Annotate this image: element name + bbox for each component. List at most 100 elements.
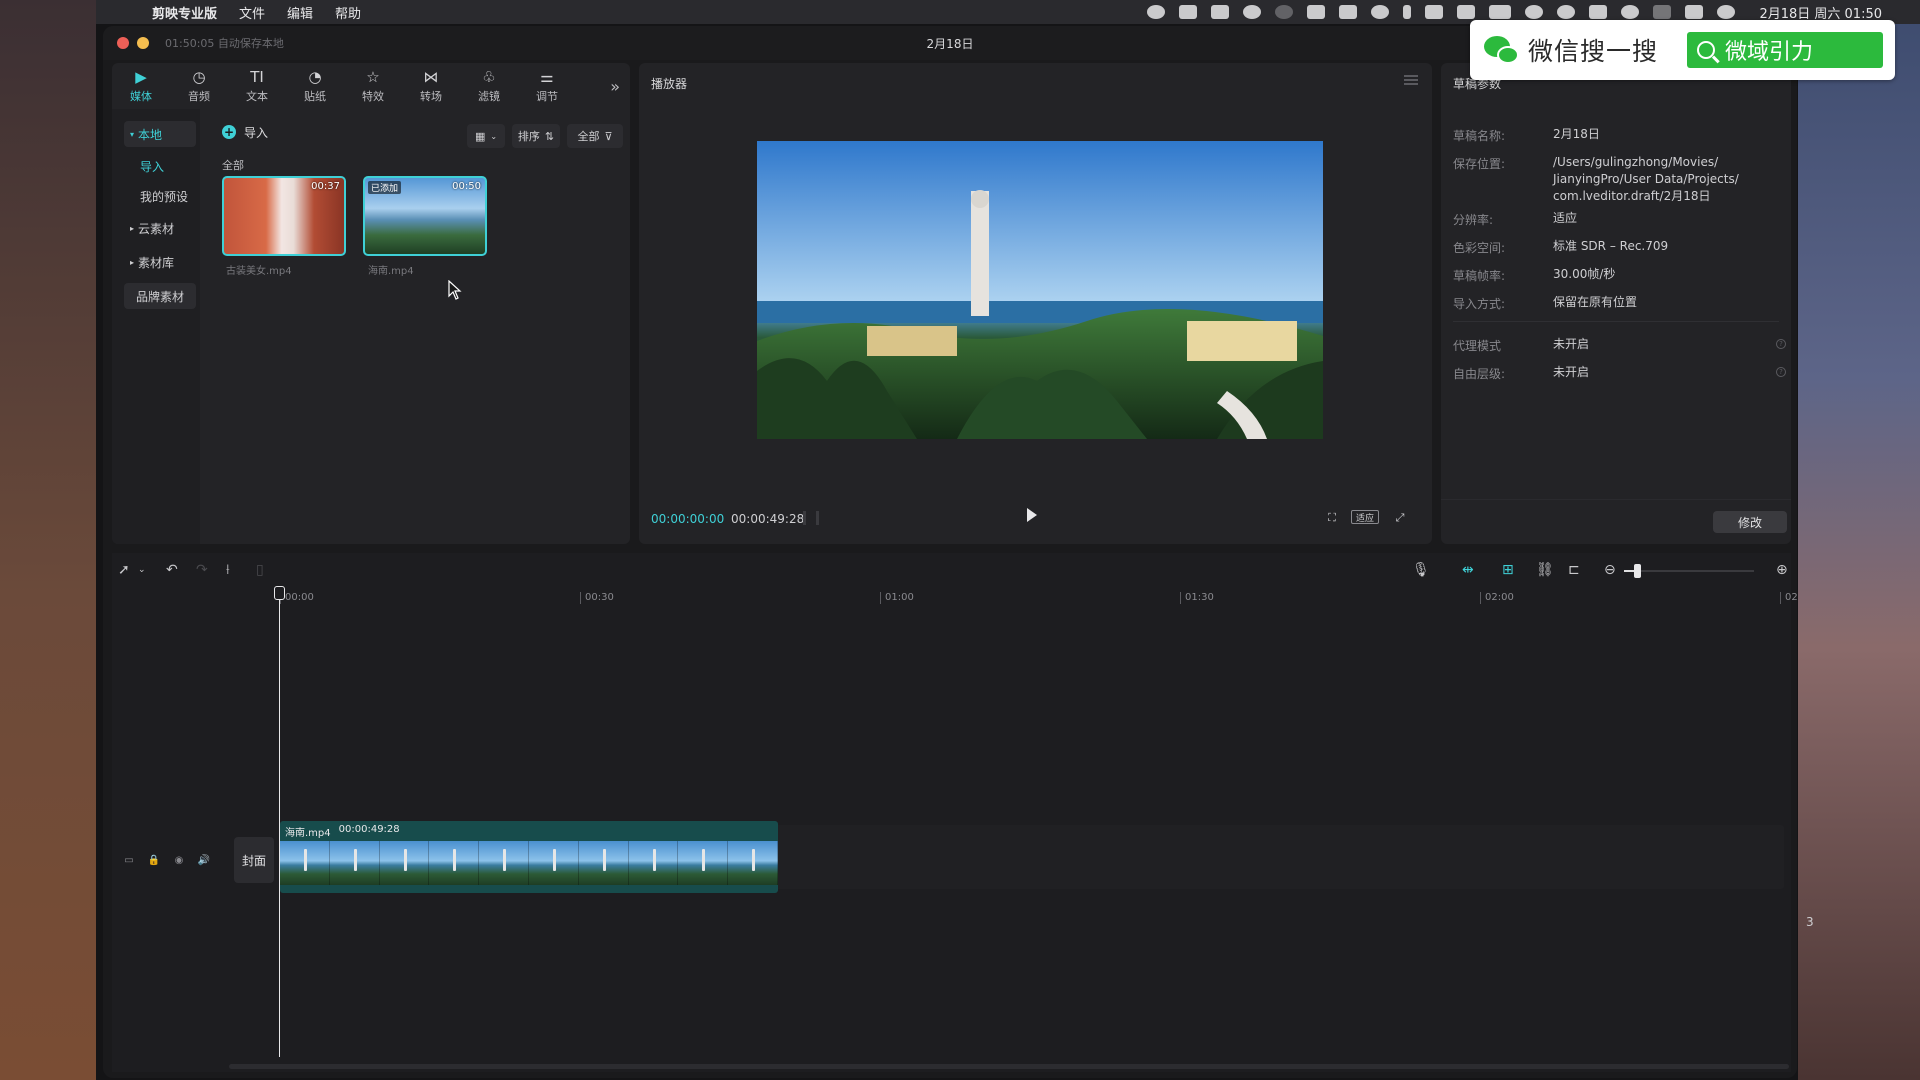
play-button[interactable]: [1027, 508, 1037, 522]
fullscreen-crop-icon[interactable]: ⛶: [1323, 510, 1341, 526]
tool-media-label: 媒体: [130, 89, 152, 103]
sidebar-item-cloud-label: 云素材: [138, 221, 175, 236]
sidebar-item-brand[interactable]: 品牌素材: [124, 283, 196, 309]
status-siri-icon[interactable]: [1717, 5, 1736, 19]
status-wechat-icon[interactable]: [1557, 5, 1576, 19]
minimize-window-button[interactable]: [137, 37, 149, 49]
clip-frame: [479, 841, 529, 885]
volume-icon[interactable]: 🔊: [197, 853, 211, 867]
status-pin-icon[interactable]: [1403, 5, 1412, 19]
zoom-slider[interactable]: [1624, 570, 1754, 572]
zoom-in-icon[interactable]: ⊕: [1776, 561, 1788, 579]
zoom-out-icon[interactable]: ⊖: [1604, 561, 1616, 579]
split-icon[interactable]: ⟊: [226, 561, 230, 579]
status-battery-icon[interactable]: [1489, 5, 1512, 19]
eye-icon[interactable]: ◉: [172, 853, 186, 867]
select-tool-icon[interactable]: ➚: [118, 561, 130, 579]
tool-adjust[interactable]: ⚌ 调节: [518, 69, 576, 104]
desktop-wallpaper-right: [1798, 0, 1920, 1080]
clip-frame: [578, 841, 629, 885]
mouse-cursor-icon: [448, 280, 462, 300]
status-play-icon[interactable]: [1339, 5, 1358, 19]
modify-button[interactable]: 修改: [1713, 511, 1787, 533]
more-tools-icon[interactable]: »: [610, 77, 620, 96]
status-wps-icon[interactable]: [1179, 5, 1198, 19]
sidebar-item-cloud[interactable]: ▸ 云素材: [124, 215, 196, 241]
menu-app-name[interactable]: 剪映专业版: [152, 3, 217, 22]
menu-file[interactable]: 文件: [239, 3, 265, 22]
auto-snap-icon[interactable]: ⊞: [1502, 561, 1514, 579]
param-label: 保存位置:: [1453, 157, 1506, 171]
video-clip[interactable]: 海南.mp4 00:00:49:28: [280, 821, 778, 893]
clip-frame: [379, 841, 430, 885]
media-item-duration: 00:50: [452, 181, 481, 192]
param-label: 草稿帧率:: [1453, 269, 1506, 283]
sort-button[interactable]: 排序 ⇅: [512, 124, 560, 148]
preview-axis-icon[interactable]: ⊏: [1568, 561, 1580, 579]
status-control-center-icon[interactable]: [1685, 5, 1704, 19]
track-cover-toggle-icon[interactable]: ▭: [122, 853, 136, 867]
tool-audio[interactable]: ◷ 音频: [170, 69, 228, 104]
playhead-line[interactable]: [279, 587, 280, 1057]
status-app-icon[interactable]: [1147, 5, 1166, 19]
help-icon[interactable]: ?: [1776, 339, 1786, 349]
video-preview[interactable]: [757, 141, 1323, 439]
status-search-icon[interactable]: [1621, 5, 1640, 19]
menu-clock[interactable]: 2月18日 周六 01:50: [1759, 3, 1882, 22]
param-label: 自由层级:: [1453, 367, 1506, 381]
tool-transition-label: 转场: [420, 89, 442, 103]
playhead-handle[interactable]: [274, 586, 285, 600]
main-track-magnet-icon[interactable]: ⇹: [1462, 561, 1474, 579]
timeline-grid-icon[interactable]: [803, 511, 819, 525]
tool-effects[interactable]: ☆ 特效: [344, 69, 402, 104]
menu-edit[interactable]: 编辑: [287, 3, 313, 22]
tool-transition[interactable]: ⋈ 转场: [402, 69, 460, 104]
help-icon[interactable]: ?: [1776, 367, 1786, 377]
search-icon: [1697, 41, 1715, 59]
player-menu-icon[interactable]: [1404, 75, 1418, 85]
tool-media[interactable]: ▶ 媒体: [112, 69, 170, 104]
chevron-down-icon[interactable]: ⌄: [138, 561, 146, 579]
status-wifi-icon[interactable]: [1525, 5, 1544, 19]
undo-icon[interactable]: ↶: [166, 561, 178, 579]
status-dot-icon[interactable]: [1275, 5, 1294, 19]
param-label: 导入方式:: [1453, 297, 1506, 311]
time-ruler[interactable]: 00:00 00:30 01:00 01:30 02:00 02:: [112, 587, 1797, 609]
filter-all-button[interactable]: 全部 ⊽: [567, 124, 623, 148]
sidebar-item-local-label: 本地: [138, 127, 163, 142]
close-window-button[interactable]: [117, 37, 129, 49]
fit-ratio-button[interactable]: 适应: [1351, 510, 1379, 524]
status-record-icon[interactable]: [1211, 5, 1230, 19]
media-item-thumbnail[interactable]: 00:37: [222, 176, 346, 256]
wechat-search-banner: 微信搜一搜 微域引力: [1470, 20, 1895, 80]
link-icon[interactable]: ⛓: [1536, 561, 1554, 579]
status-plane-icon[interactable]: [1307, 5, 1326, 19]
view-mode-button[interactable]: ▦ ⌄: [467, 124, 505, 148]
zoom-slider-handle[interactable]: [1634, 564, 1641, 578]
status-volume-icon[interactable]: [1457, 5, 1476, 19]
tool-filter[interactable]: ♧ 滤镜: [460, 69, 518, 104]
status-input-method-icon[interactable]: [1425, 5, 1444, 19]
status-screen-icon[interactable]: [1653, 5, 1672, 19]
status-photo-icon[interactable]: [1589, 5, 1608, 19]
tool-text[interactable]: TI 文本: [228, 69, 286, 104]
fullscreen-icon[interactable]: ⤢: [1391, 510, 1409, 526]
sidebar-item-presets[interactable]: 我的预设: [124, 183, 196, 209]
sticker-icon: ◔: [308, 67, 322, 86]
param-value: 未开启: [1553, 365, 1590, 379]
sidebar-item-import[interactable]: 导入: [124, 153, 196, 179]
tool-sticker[interactable]: ◔ 贴纸: [286, 69, 344, 104]
cover-button[interactable]: 封面: [234, 837, 274, 883]
param-label: 草稿名称:: [1453, 129, 1506, 143]
status-bell-icon[interactable]: [1371, 5, 1390, 19]
sidebar-item-library[interactable]: ▸ 素材库: [124, 249, 196, 275]
import-button[interactable]: + 导入: [222, 121, 268, 143]
microphone-icon[interactable]: 🎙: [1412, 561, 1430, 579]
menu-help[interactable]: 帮助: [335, 3, 361, 22]
sidebar-item-local[interactable]: ▾ 本地: [124, 121, 196, 147]
media-item-thumbnail[interactable]: 已添加 00:50: [363, 176, 487, 256]
timeline-scrollbar[interactable]: [229, 1064, 1789, 1069]
lock-icon[interactable]: 🔒: [147, 853, 161, 867]
status-creative-cloud-icon[interactable]: [1243, 5, 1262, 19]
media-item-name: 古装美女.mp4: [226, 266, 292, 277]
